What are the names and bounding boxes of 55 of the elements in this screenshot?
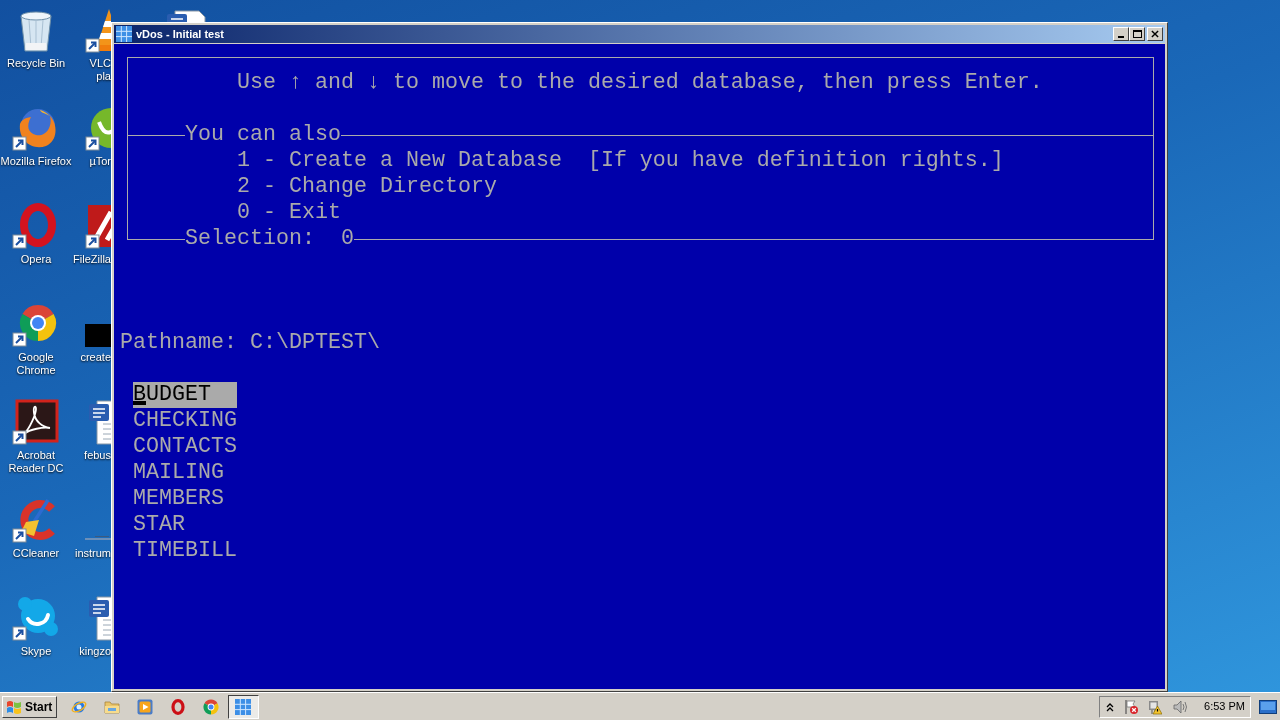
- menu-option: 1 - Create a New Database [If you have definition rights.]: [127, 148, 1153, 174]
- database-item[interactable]: CONTACTS: [133, 434, 237, 460]
- icon-label[interactable]: instrum: [74, 547, 111, 560]
- tile-grid-icon: [234, 698, 253, 715]
- tile-grid-icon: [116, 26, 132, 42]
- waving-flag-icon: [6, 698, 22, 715]
- close-icon: [1151, 30, 1159, 38]
- icon-label[interactable]: kingzo: [79, 645, 111, 658]
- maximize-button[interactable]: [1129, 27, 1145, 41]
- database-item[interactable]: MAILING: [133, 460, 237, 486]
- ring-icon[interactable]: [170, 698, 187, 715]
- selection-label: Selection:: [185, 226, 315, 252]
- network-warning-icon[interactable]: [1148, 698, 1163, 715]
- icon-label[interactable]: create: [80, 351, 111, 364]
- icon-label[interactable]: CCleaner: [0, 547, 72, 560]
- monitor-icon[interactable]: [1259, 699, 1277, 714]
- icon-label[interactable]: Google Chrome: [0, 351, 72, 377]
- wheel-icon[interactable]: [203, 698, 220, 715]
- minimize-icon: [1117, 36, 1124, 38]
- flag-icon[interactable]: [1124, 698, 1139, 715]
- icon-label[interactable]: µTor: [89, 155, 111, 168]
- icon-label[interactable]: Recycle Bin: [0, 57, 72, 70]
- pathname-text: Pathname: C:\DPTEST\: [120, 330, 381, 356]
- close-button[interactable]: [1147, 27, 1163, 41]
- icon-label[interactable]: Mozilla Firefox: [0, 155, 72, 168]
- minimize-button[interactable]: [1113, 27, 1129, 41]
- database-item[interactable]: STAR: [133, 512, 237, 538]
- icon-label[interactable]: Opera: [0, 253, 72, 266]
- icon-label[interactable]: febus: [84, 449, 111, 462]
- menu-option: 2 - Change Directory: [127, 174, 1153, 200]
- taskbar-button[interactable]: [228, 694, 260, 719]
- icon-label[interactable]: Acrobat Reader DC: [0, 449, 72, 475]
- selection-input[interactable]: 0: [340, 226, 354, 252]
- striped-tile-icon[interactable]: [85, 202, 111, 250]
- options-heading: You can also: [185, 122, 341, 148]
- play-icon[interactable]: [137, 698, 154, 715]
- swirl-tile-icon[interactable]: [12, 398, 60, 446]
- window-title: vDos - Initial test: [136, 26, 225, 42]
- database-item[interactable]: TIMEBILL: [133, 538, 237, 564]
- database-item[interactable]: CHECKING: [133, 408, 237, 434]
- cloud-icon[interactable]: [12, 594, 60, 642]
- menu-option: 0 - Exit: [127, 200, 1153, 226]
- chevron-up-icon[interactable]: [1106, 701, 1115, 712]
- database-item[interactable]: MEMBERS: [133, 486, 237, 512]
- database-item[interactable]: BUDGET: [133, 382, 237, 408]
- globe-ring-icon[interactable]: [71, 698, 88, 715]
- text-cursor-icon: [133, 401, 146, 405]
- icon-label[interactable]: FileZilla: [73, 253, 111, 266]
- start-button[interactable]: Start: [2, 695, 58, 718]
- instruction-text: Use ↑ and ↓ to move to the desired database, then press Enter.: [236, 70, 1044, 96]
- speaker-icon[interactable]: [1172, 698, 1189, 715]
- icon-label[interactable]: VLC pla: [89, 57, 111, 83]
- clock-text[interactable]: 6:53 PM: [1204, 698, 1245, 715]
- maximize-icon: [1132, 30, 1142, 38]
- icon-label[interactable]: Skype: [0, 645, 72, 658]
